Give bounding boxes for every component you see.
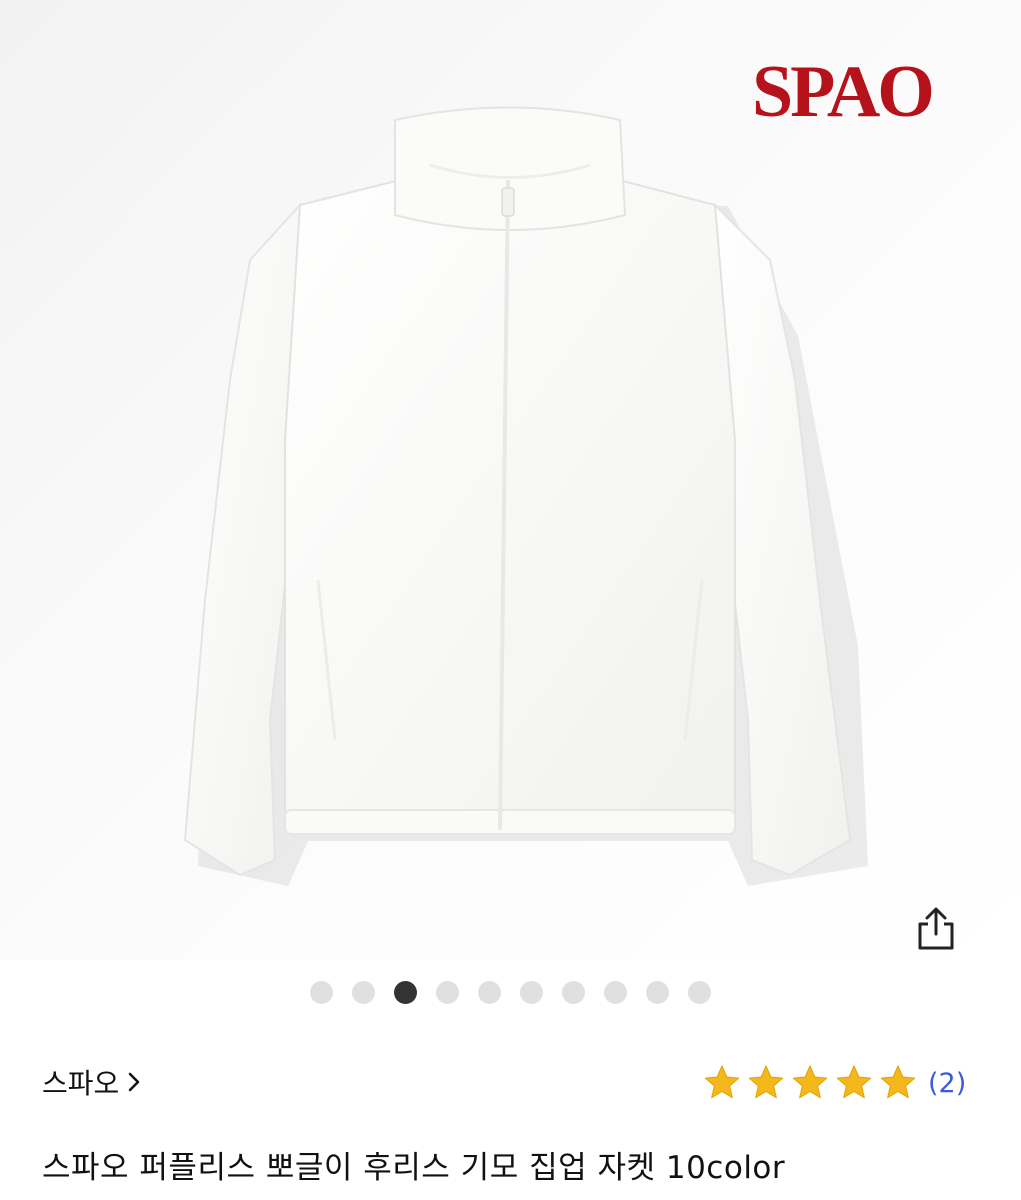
share-icon <box>918 907 954 950</box>
brand-logo: SPAO <box>752 51 935 133</box>
pagination-dot-active[interactable] <box>394 980 417 1004</box>
chevron-right-icon <box>129 1072 140 1092</box>
review-count-link[interactable]: (2) <box>928 1068 966 1099</box>
star-rating <box>702 1063 918 1103</box>
share-button[interactable] <box>906 898 966 958</box>
product-title: 스파오 퍼플리스 뽀글이 후리스 기모 집업 자켓 10color <box>42 1150 786 1186</box>
star-icon <box>792 1065 828 1099</box>
rating: (2) <box>702 1061 966 1105</box>
star-icon <box>836 1065 872 1099</box>
pagination-dot[interactable] <box>646 980 669 1004</box>
pagination-dot[interactable] <box>520 980 543 1004</box>
brand-link[interactable]: 스파오 <box>42 1060 145 1104</box>
pagination-dot[interactable] <box>604 980 627 1004</box>
pagination-dot[interactable] <box>436 980 459 1004</box>
pagination-dot[interactable] <box>352 980 375 1004</box>
pagination-dot[interactable] <box>478 980 501 1004</box>
pagination-dot[interactable] <box>310 980 333 1004</box>
product-image <box>183 106 868 886</box>
brand-link-label: 스파오 <box>42 1067 120 1100</box>
pagination-dot[interactable] <box>562 980 585 1004</box>
star-icon <box>704 1065 740 1099</box>
pagination-dot[interactable] <box>688 980 711 1004</box>
gallery-pagination <box>310 980 711 1004</box>
star-icon <box>880 1065 916 1099</box>
star-icon <box>748 1065 784 1099</box>
product-image-gallery[interactable]: SPAO <box>0 0 1021 960</box>
